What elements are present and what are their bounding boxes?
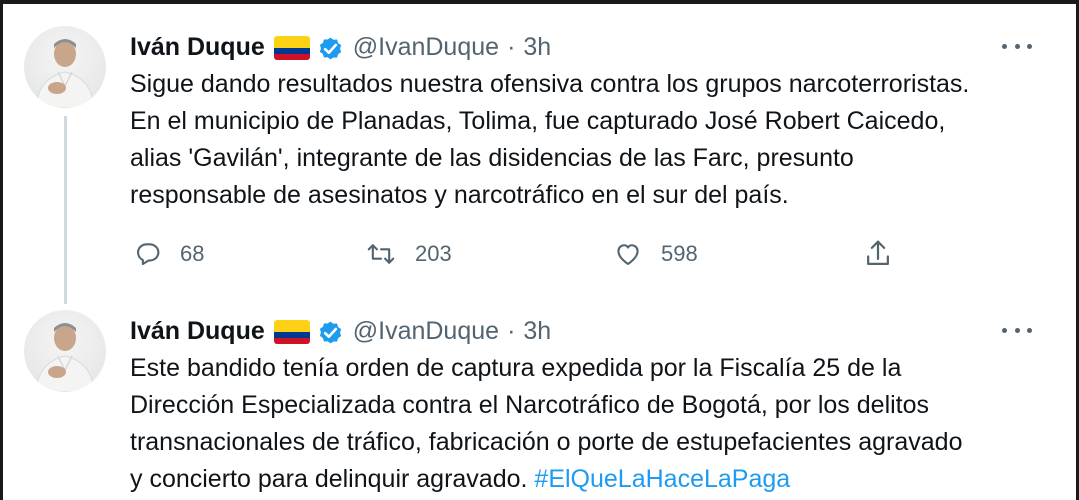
share-icon xyxy=(863,238,893,270)
more-horizontal-icon[interactable] xyxy=(1002,34,1032,58)
author-handle[interactable]: @IvanDuque xyxy=(353,317,499,346)
thread-connector-line xyxy=(64,116,67,304)
like-count: 598 xyxy=(661,241,698,266)
retweet-button[interactable]: 203 xyxy=(365,234,452,274)
verified-badge-icon xyxy=(316,34,345,63)
colombia-flag-icon xyxy=(273,36,310,60)
tweet-text: Sigue dando resultados nuestra ofensiva … xyxy=(130,70,970,209)
reply-icon xyxy=(134,240,162,268)
colombia-flag-icon xyxy=(273,320,310,344)
tweet-text: Este bandido tenía orden de captura expe… xyxy=(130,350,1050,498)
like-button[interactable]: 598 xyxy=(613,234,698,274)
author-handle[interactable]: @IvanDuque xyxy=(353,33,499,62)
author-name[interactable]: Iván Duque xyxy=(130,33,265,62)
tweet-header: Iván Duque @IvanDuque · 3h xyxy=(130,30,551,64)
author-name[interactable]: Iván Duque xyxy=(130,317,265,346)
hashtag-link[interactable]: #ElQueLaHaceLaPaga xyxy=(534,465,790,493)
verified-badge-icon xyxy=(316,318,345,347)
reply-button[interactable]: 68 xyxy=(134,234,204,274)
more-horizontal-icon[interactable] xyxy=(1002,318,1032,342)
tweet-thread: Iván Duque @IvanDuque · 3h Sigue dando r… xyxy=(0,0,1079,500)
separator-dot: · xyxy=(507,32,516,61)
tweet-timestamp[interactable]: 3h xyxy=(523,33,551,62)
avatar[interactable] xyxy=(24,310,106,392)
heart-icon xyxy=(613,240,643,268)
reply-count: 68 xyxy=(180,241,205,266)
retweet-count: 203 xyxy=(415,241,452,266)
retweet-icon xyxy=(365,240,397,268)
tweet-actions: 68 203 598 xyxy=(130,234,930,274)
avatar[interactable] xyxy=(24,26,106,108)
tweet-timestamp[interactable]: 3h xyxy=(523,317,551,346)
tweet-header: Iván Duque @IvanDuque · 3h xyxy=(130,314,551,348)
share-button[interactable] xyxy=(863,234,893,274)
separator-dot: · xyxy=(507,316,516,345)
